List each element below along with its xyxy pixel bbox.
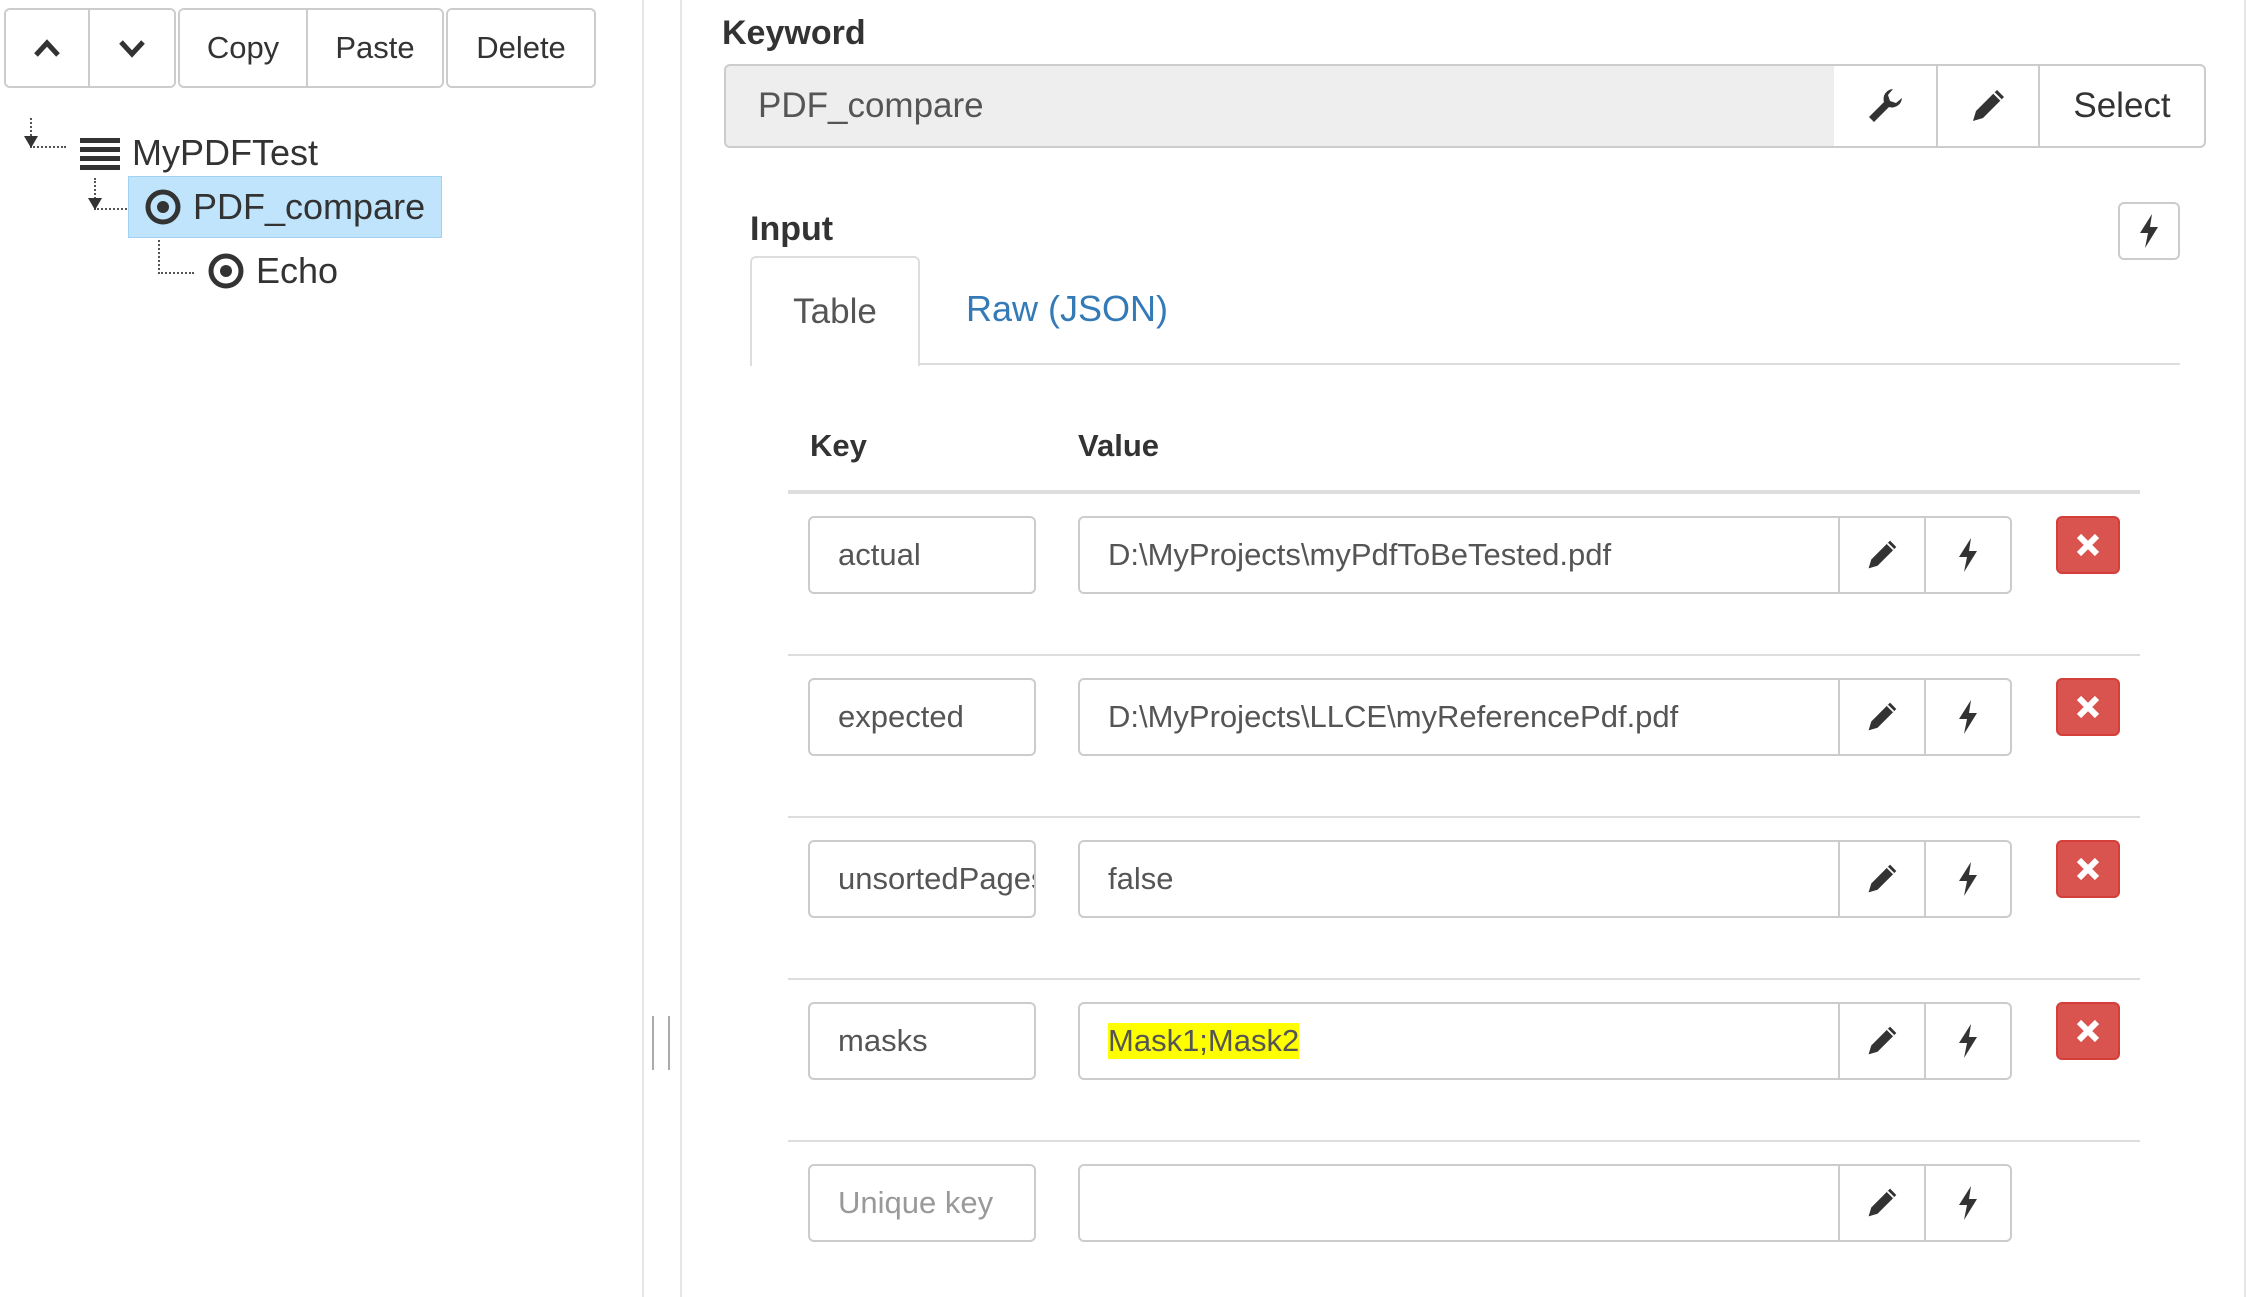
tree-node-label: MyPDFTest — [132, 132, 319, 173]
bolt-icon — [1959, 538, 1977, 572]
table-header-border — [788, 490, 2140, 494]
pencil-icon — [1868, 702, 1897, 731]
configure-keyword-button[interactable] — [1834, 64, 1938, 148]
tab-table[interactable]: Table — [750, 256, 920, 366]
tree-node-pdf-compare[interactable]: PDF_compare — [128, 176, 442, 238]
wrench-icon — [1869, 89, 1902, 122]
new-value-input[interactable] — [1078, 1164, 1840, 1242]
row-divider — [788, 654, 2140, 656]
pencil-icon — [1868, 1188, 1897, 1217]
tree-node-label: Echo — [256, 250, 339, 291]
run-value-button[interactable] — [1924, 678, 2012, 756]
pencil-icon — [1868, 864, 1897, 893]
delete-button-group: Delete — [446, 8, 596, 88]
row-divider — [788, 816, 2140, 818]
left-panel-border — [642, 0, 644, 1297]
target-icon — [145, 189, 181, 225]
splitter-grip[interactable] — [652, 1016, 654, 1070]
edit-value-button[interactable] — [1838, 1164, 1926, 1242]
key-input[interactable]: actual — [808, 516, 1036, 594]
pencil-icon — [1868, 540, 1897, 569]
expand-arrow-icon[interactable] — [24, 136, 38, 148]
tree-node-root[interactable]: MyPDFTest — [78, 122, 328, 184]
key-input[interactable]: masks — [808, 1002, 1036, 1080]
move-up-button[interactable] — [6, 10, 90, 86]
edit-value-button[interactable] — [1838, 1002, 1926, 1080]
tab-bar-border — [920, 363, 2180, 365]
close-icon — [2076, 857, 2100, 881]
edit-value-button[interactable] — [1838, 678, 1926, 756]
right-edge-border — [2244, 0, 2246, 1297]
keyword-heading: Keyword — [722, 14, 866, 52]
edit-value-button[interactable] — [1838, 840, 1926, 918]
bolt-icon — [1959, 1024, 1977, 1058]
column-header-key: Key — [810, 428, 867, 463]
run-value-button[interactable] — [1924, 840, 2012, 918]
run-value-button[interactable] — [1924, 516, 2012, 594]
delete-row-button[interactable] — [2056, 1002, 2120, 1060]
close-icon — [2076, 1019, 2100, 1043]
close-icon — [2076, 695, 2100, 719]
expand-arrow-icon[interactable] — [88, 198, 102, 210]
tree-node-label: PDF_compare — [193, 186, 426, 227]
delete-row-button[interactable] — [2056, 840, 2120, 898]
value-input[interactable]: Mask1;Mask2 — [1078, 1002, 1840, 1080]
list-icon — [80, 138, 120, 170]
edit-keyword-button[interactable] — [1936, 64, 2040, 148]
delete-row-button[interactable] — [2056, 516, 2120, 574]
pencil-icon — [1868, 1026, 1897, 1055]
move-button-group — [4, 8, 176, 88]
pencil-icon — [1973, 90, 2004, 121]
highlighted-value: Mask1;Mask2 — [1108, 1023, 1300, 1059]
right-panel-border — [680, 0, 682, 1297]
edit-button-group: Copy Paste — [178, 8, 444, 88]
row-divider — [788, 1140, 2140, 1142]
row-divider — [788, 978, 2140, 980]
edit-value-button[interactable] — [1838, 516, 1926, 594]
delete-button[interactable]: Delete — [448, 10, 594, 86]
run-value-button[interactable] — [1924, 1164, 2012, 1242]
keyword-field: PDF_compare — [724, 64, 1836, 148]
tree-connector — [158, 240, 194, 274]
chevron-up-icon — [34, 39, 60, 57]
column-header-value: Value — [1078, 428, 1159, 463]
bolt-icon — [1959, 700, 1977, 734]
splitter-grip[interactable] — [668, 1016, 670, 1070]
input-run-button[interactable] — [2118, 202, 2180, 260]
bolt-icon — [1959, 862, 1977, 896]
bolt-icon — [2140, 214, 2158, 248]
value-input[interactable]: D:\MyProjects\myPdfToBeTested.pdf — [1078, 516, 1840, 594]
tree-node-echo[interactable]: Echo — [196, 240, 348, 302]
value-input[interactable]: false — [1078, 840, 1840, 918]
paste-button[interactable]: Paste — [308, 10, 442, 86]
bolt-icon — [1959, 1186, 1977, 1220]
tab-raw-json[interactable]: Raw (JSON) — [966, 288, 1168, 330]
target-icon — [208, 253, 244, 289]
input-heading: Input — [750, 210, 834, 248]
delete-row-button[interactable] — [2056, 678, 2120, 736]
move-down-button[interactable] — [90, 10, 174, 86]
new-key-input[interactable]: Unique key — [808, 1164, 1036, 1242]
run-value-button[interactable] — [1924, 1002, 2012, 1080]
close-icon — [2076, 533, 2100, 557]
copy-button[interactable]: Copy — [180, 10, 308, 86]
chevron-down-icon — [119, 40, 145, 58]
key-input[interactable]: unsortedPages — [808, 840, 1036, 918]
key-input[interactable]: expected — [808, 678, 1036, 756]
tree-toolbar: Copy Paste Delete — [4, 8, 598, 88]
value-input[interactable]: D:\MyProjects\LLCE\myReferencePdf.pdf — [1078, 678, 1840, 756]
select-keyword-button[interactable]: Select — [2038, 64, 2206, 148]
